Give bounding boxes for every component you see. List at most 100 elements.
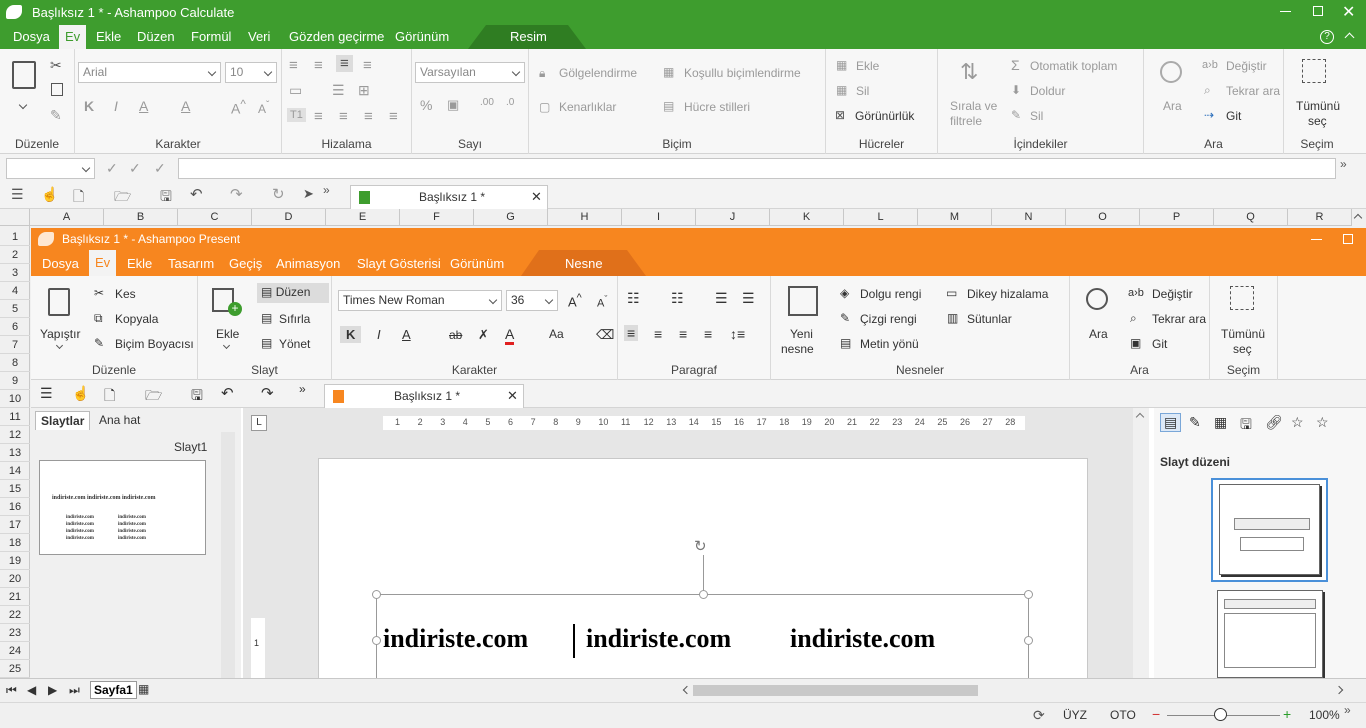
borders-button[interactable]: Kenarlıklar — [559, 100, 616, 114]
visibility-button[interactable]: Görünürlük — [855, 109, 914, 123]
pcolumns-icon[interactable]: ▥ — [947, 311, 958, 325]
pvertical-align-button[interactable]: Dikey hizalama — [967, 287, 1048, 301]
paste-dropdown-icon[interactable] — [18, 100, 28, 110]
column-header[interactable]: H — [548, 209, 622, 226]
preset-icon[interactable]: ▤ — [261, 311, 272, 325]
row-header[interactable]: 9 — [0, 372, 30, 390]
pcopy-button[interactable]: Kopyala — [115, 312, 158, 326]
slide-transition-tool-icon[interactable]: ▦ — [1214, 414, 1227, 431]
select-all-label2[interactable]: seç — [1308, 114, 1327, 128]
expand-formula-icon[interactable]: » — [1340, 157, 1347, 171]
undo-icon[interactable]: ↶ — [190, 185, 203, 203]
next-sheet-icon[interactable]: ▶ — [48, 683, 57, 697]
search-again-icon[interactable]: ⌕ — [1204, 83, 1211, 98]
help-icon[interactable]: ? — [1320, 30, 1334, 44]
editor-vertical-scrollbar[interactable] — [1133, 408, 1149, 678]
slide-link-tool-icon[interactable]: 🔗︎ — [1265, 414, 1283, 431]
pline-color-button[interactable]: Çizgi rengi — [860, 312, 917, 326]
ppaste-button[interactable]: Yapıştır — [40, 327, 80, 341]
row-header[interactable]: 6 — [0, 318, 30, 336]
pnew-object-label1[interactable]: Yeni — [790, 327, 813, 341]
delete-cells-icon[interactable]: ▦ — [836, 83, 847, 97]
pselect-all-label1[interactable]: Tümünü — [1221, 327, 1265, 341]
pundo-icon[interactable]: ↶ — [221, 384, 234, 402]
pdecrease-indent-icon[interactable]: ☰ — [715, 290, 728, 307]
decrease-decimal-icon[interactable]: .0 — [506, 97, 514, 108]
calc-doc-tab[interactable]: Başlıksız 1 * ✕ — [350, 185, 548, 209]
horizontal-ruler[interactable]: 1 2 3 4 5 6 7 8 9 10 11 12 13 14 15 16 17 18 19 20 21 22 23 24 2… — [383, 416, 1025, 430]
row-header[interactable]: 12 — [0, 426, 30, 444]
ptouch-mode-icon[interactable]: ☝ — [72, 385, 89, 402]
replace-icon[interactable]: a›b — [1202, 59, 1218, 71]
column-header[interactable]: K — [770, 209, 844, 226]
accept-formula-icon[interactable]: ✓ — [129, 160, 141, 177]
search-button[interactable]: Ara — [1163, 99, 1182, 113]
pfont-color-icon[interactable]: A — [505, 326, 515, 345]
add-sheet-icon[interactable]: ▦ — [138, 682, 149, 696]
resize-handle[interactable] — [1024, 590, 1033, 599]
sidebar-toggle-icon[interactable]: ☰ — [11, 186, 24, 203]
ptext-direction-icon[interactable]: ▤ — [840, 336, 851, 350]
rotate-handle-icon[interactable]: ↻ — [694, 537, 707, 555]
column-header[interactable]: R — [1288, 209, 1352, 226]
pformat-painter-icon[interactable]: ✎ — [94, 336, 104, 350]
ptext-direction-button[interactable]: Metin yönü — [860, 337, 919, 351]
pcolumns-button[interactable]: Sütunlar — [967, 312, 1012, 326]
cancel-formula-icon[interactable]: ✓ — [106, 160, 118, 177]
search-again-button[interactable]: Tekrar ara — [1226, 84, 1280, 98]
first-sheet-icon[interactable]: ⏮ — [6, 683, 17, 698]
pfont-name-combo[interactable]: Times New Roman — [338, 290, 502, 311]
ppaste-dropdown-icon[interactable] — [55, 341, 64, 350]
formula-input[interactable] — [178, 158, 1336, 179]
number-format-combo[interactable]: Varsayılan — [415, 62, 525, 83]
calc-doc-close-icon[interactable]: ✕ — [531, 189, 542, 205]
pcase-icon[interactable]: Aa — [549, 327, 564, 341]
editor-scroll-up-icon[interactable] — [1135, 412, 1145, 422]
padd-dropdown-icon[interactable] — [222, 341, 231, 350]
row-header[interactable]: 20 — [0, 570, 30, 588]
slides-pane-scrollbar[interactable] — [221, 432, 235, 678]
psearch-again-button[interactable]: Tekrar ara — [1152, 312, 1206, 326]
menu-gorunum[interactable]: Görünüm — [395, 29, 449, 44]
cell-reference-box[interactable] — [6, 158, 95, 179]
fill-button[interactable]: Doldur — [1030, 84, 1065, 98]
save-icon[interactable]: 🖫︎ — [160, 186, 172, 210]
select-all-corner[interactable] — [0, 209, 30, 226]
font-color-icon[interactable]: A — [181, 98, 190, 114]
delete-cells-button[interactable]: Sil — [856, 84, 869, 98]
restore-icon[interactable] — [1313, 6, 1323, 16]
menu-dosya[interactable]: Dosya — [13, 29, 50, 44]
pfill-color-icon[interactable]: ◈ — [840, 286, 849, 300]
row-header[interactable]: 13 — [0, 444, 30, 462]
copy-icon[interactable] — [51, 83, 63, 96]
menu-veri[interactable]: Veri — [248, 29, 270, 44]
insert-cells-button[interactable]: Ekle — [856, 59, 879, 73]
tab-ana-hat[interactable]: Ana hat — [99, 413, 140, 427]
collapse-ribbon-icon[interactable] — [1344, 32, 1355, 43]
align-top-icon[interactable]: ≡ — [289, 57, 298, 74]
insert-mode-indicator[interactable]: ÜYZ — [1063, 708, 1087, 722]
cell-styles-icon[interactable]: ▤ — [663, 99, 674, 113]
currency-icon[interactable]: ▣ — [447, 97, 459, 113]
pmenu-animasyon[interactable]: Animasyon — [276, 256, 340, 271]
pstrike-icon[interactable]: ab — [449, 328, 462, 342]
cell-styles-button[interactable]: Hücre stilleri — [684, 100, 750, 114]
pgoto-icon[interactable]: ▣ — [1130, 336, 1141, 350]
row-header[interactable]: 10 — [0, 390, 30, 408]
row-header[interactable]: 5 — [0, 300, 30, 318]
menu-ekle[interactable]: Ekle — [96, 29, 121, 44]
select-all-label1[interactable]: Tümünü — [1296, 99, 1340, 113]
row-header[interactable]: 11 — [0, 408, 30, 426]
search-icon[interactable] — [1160, 61, 1182, 83]
redo-icon[interactable]: ↷ — [230, 185, 243, 203]
sheet-tab-sayfa1[interactable]: Sayfa1 — [90, 681, 137, 699]
justify-icon[interactable]: ≡ — [389, 108, 398, 125]
borders-icon[interactable]: ▢ — [539, 100, 550, 114]
ppaste-icon[interactable] — [48, 288, 70, 316]
slide-thumbnail[interactable]: indiriste.com indiriste.com indiriste.co… — [39, 460, 206, 555]
hscroll-thumb[interactable] — [693, 685, 978, 696]
pcopy-icon[interactable]: ⧉ — [94, 311, 103, 326]
row-header[interactable]: 18 — [0, 534, 30, 552]
row-header[interactable]: 15 — [0, 480, 30, 498]
preplace-icon[interactable]: a›b — [1128, 287, 1144, 299]
